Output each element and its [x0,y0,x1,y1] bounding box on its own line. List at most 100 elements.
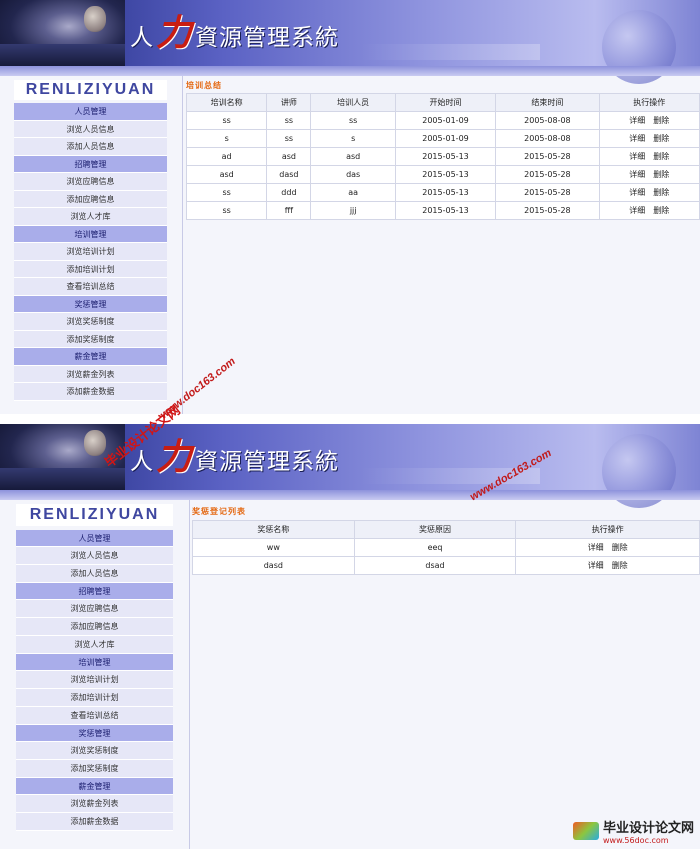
row-actions: 详细 删除 [515,538,700,557]
table-cell: 2015-05-28 [495,165,600,184]
sidebar-section-2[interactable]: 培训管理 [16,654,173,671]
sidebar-section-4[interactable]: 薪金管理 [16,778,173,795]
banner-photo [0,0,125,66]
sidebar-section-3[interactable]: 奖惩管理 [16,725,173,742]
sidebar-item-2-2[interactable]: 查看培训总结 [16,707,173,725]
detail-link[interactable]: 详细 [629,170,645,179]
sidebar-item-1-1[interactable]: 添加应聘信息 [14,190,167,208]
sidebar-item-2-1[interactable]: 添加培训计划 [16,689,173,707]
sidebar-item-1-2[interactable]: 浏览人才库 [14,208,167,226]
table-cell: 2005-08-08 [495,111,600,130]
table-cell: ss [185,201,268,220]
row-actions: 详细 删除 [598,201,700,220]
sidebar-item-4-0[interactable]: 浏览薪金列表 [14,365,167,383]
table-cell: 2015-05-28 [495,183,600,202]
sidebar-section-1[interactable]: 招聘管理 [16,583,173,600]
sidebar-item-4-1[interactable]: 添加薪金数据 [14,383,167,401]
table-row: ss fff jjj 2015-05-13 2015-05-28 详细 删除 [185,201,700,220]
sidebar-item-3-1[interactable]: 添加奖惩制度 [16,760,173,778]
column-header: 奖惩名称 [192,520,355,539]
table-cell: ss [185,183,268,202]
column-header: 讲师 [266,93,312,112]
table-row: ss ddd aa 2015-05-13 2015-05-28 详细 删除 [185,183,700,202]
detail-link[interactable]: 详细 [629,152,645,161]
sidebar-section-1[interactable]: 招聘管理 [14,155,167,173]
sidebar-item-2-0[interactable]: 浏览培训计划 [16,671,173,689]
table-cell: ad [185,147,268,166]
table-cell: fff [266,201,312,220]
sidebar-item-3-1[interactable]: 添加奖惩制度 [14,330,167,348]
table-cell: asd [266,147,312,166]
sidebar-section-0[interactable]: 人员管理 [14,103,167,121]
table-cell: 2005-08-08 [495,129,600,148]
table-cell: jjj [310,201,396,220]
detail-link[interactable]: 详细 [629,134,645,143]
column-header: 执行操作 [515,520,700,539]
delete-link[interactable]: 删除 [653,188,669,197]
detail-link[interactable]: 详细 [629,188,645,197]
sidebar-item-0-0[interactable]: 浏览人员信息 [16,547,173,565]
table-cell: ss [310,111,396,130]
footer-site-name: 毕业设计论文网 [602,821,694,836]
sidebar-item-1-0[interactable]: 浏览应聘信息 [14,173,167,191]
table-row: ww eeq 详细 删除 [192,538,700,557]
sidebar-section-4[interactable]: 薪金管理 [14,348,167,366]
table-row: asd dasd das 2015-05-13 2015-05-28 详细 删除 [185,165,700,184]
table-row: dasd dsad 详细 删除 [192,556,700,575]
system-title: 人力資源管理系統 [130,437,340,478]
training-table: 培训名称 讲师 培训人员 开始时间 结束时间 执行操作 ss ss ss 2005-01-09 2… [185,93,700,220]
sidebar-logo: RENLIZIYUAN [16,504,173,526]
delete-link[interactable]: 删除 [653,170,669,179]
table-cell: 2015-05-13 [394,201,497,220]
delete-link[interactable]: 删除 [653,206,669,215]
sidebar-item-4-1[interactable]: 添加薪金数据 [16,813,173,831]
main-content: 奖惩登记列表 奖惩名称 奖惩原因 执行操作 ww eeq 详细 删除 dasd dsad 详细删… [192,506,700,575]
table-cell: aa [310,183,396,202]
sidebar-item-0-1[interactable]: 添加人员信息 [14,138,167,156]
table-cell: ss [266,111,312,130]
site-logo-icon [572,822,599,840]
sidebar-item-1-2[interactable]: 浏览人才库 [16,636,173,654]
table-cell: das [310,165,396,184]
sidebar-section-2[interactable]: 培训管理 [14,225,167,243]
table-cell: 2005-01-09 [394,111,497,130]
sidebar-item-2-0[interactable]: 浏览培训计划 [14,243,167,261]
detail-link[interactable]: 详细 [588,561,604,570]
system-title: 人力資源管理系統 [130,13,340,54]
sidebar-item-1-0[interactable]: 浏览应聘信息 [16,600,173,618]
table-cell: 2005-01-09 [394,129,497,148]
detail-link[interactable]: 详细 [629,206,645,215]
sidebar-item-2-1[interactable]: 添加培训计划 [14,260,167,278]
sidebar-section-3[interactable]: 奖惩管理 [14,295,167,313]
row-actions: 详细 删除 [515,556,700,575]
column-header: 开始时间 [394,93,497,112]
row-actions: 详细 删除 [598,165,700,184]
table-cell: asd [185,165,268,184]
sidebar-item-0-1[interactable]: 添加人员信息 [16,565,173,583]
table-cell: ddd [266,183,312,202]
sidebar-item-3-0[interactable]: 浏览奖惩制度 [16,742,173,760]
sidebar-item-2-2[interactable]: 查看培训总结 [14,278,167,296]
table-cell: ww [192,538,355,557]
delete-link[interactable]: 删除 [653,134,669,143]
sidebar-section-0[interactable]: 人员管理 [16,530,173,547]
table-cell: 2015-05-13 [394,147,497,166]
sidebar-item-3-0[interactable]: 浏览奖惩制度 [14,313,167,331]
table-cell: 2015-05-28 [495,147,600,166]
column-header: 奖惩原因 [353,520,517,539]
delete-link[interactable]: 删除 [653,152,669,161]
page-title: 奖惩登记列表 [192,507,246,516]
delete-link[interactable]: 删除 [612,561,628,570]
sidebar-item-1-1[interactable]: 添加应聘信息 [16,618,173,636]
row-actions: 详细 删除 [598,147,700,166]
delete-link[interactable]: 删除 [612,543,628,552]
table-cell: ss [266,129,312,148]
delete-link[interactable]: 删除 [653,116,669,125]
sidebar-item-4-0[interactable]: 浏览薪金列表 [16,795,173,813]
detail-link[interactable]: 详细 [588,543,604,552]
table-cell: 2015-05-28 [495,201,600,220]
header-banner: 人力資源管理系統 [0,424,700,508]
table-cell: 2015-05-13 [394,165,497,184]
sidebar-item-0-0[interactable]: 浏览人员信息 [14,120,167,138]
detail-link[interactable]: 详细 [629,116,645,125]
